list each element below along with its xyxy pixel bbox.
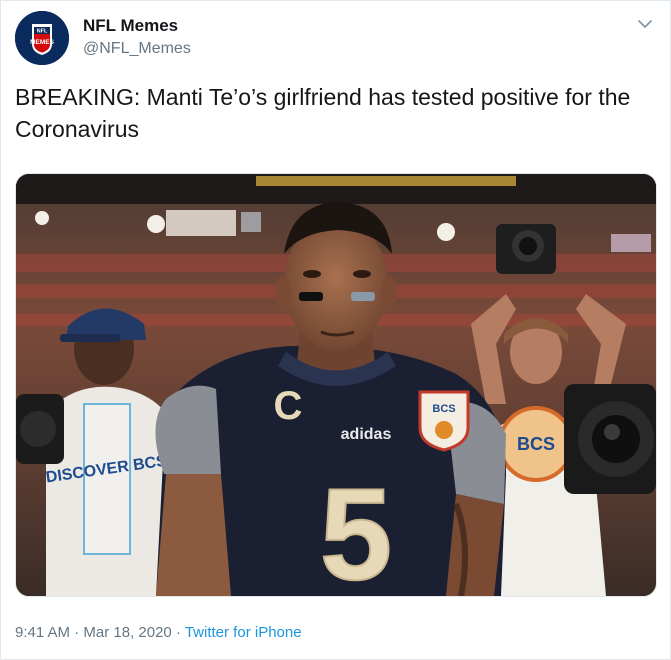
display-name[interactable]: NFL Memes xyxy=(83,16,178,36)
tweet-meta: 9:41 AM · Mar 18, 2020 · Twitter for iPh… xyxy=(15,624,302,641)
user-handle[interactable]: @NFL_Memes xyxy=(83,40,191,58)
tweet-time[interactable]: 9:41 AM xyxy=(15,624,70,641)
avatar[interactable]: NFL MEMES xyxy=(15,11,69,65)
meta-separator: · xyxy=(171,624,185,641)
tweet-card: NFL MEMES NFL Memes @NFL_Memes BREAKING:… xyxy=(0,0,671,660)
chevron-down-icon[interactable] xyxy=(636,15,654,33)
tweet-photo[interactable]: DISCOVER BCS BCS C adidas 5 BCS xyxy=(15,173,657,597)
svg-text:BCS: BCS xyxy=(517,434,555,454)
svg-text:MEMES: MEMES xyxy=(30,39,55,46)
svg-text:NFL: NFL xyxy=(37,29,48,35)
svg-text:adidas: adidas xyxy=(341,426,392,443)
tweet-source-link[interactable]: Twitter for iPhone xyxy=(185,624,302,641)
svg-text:5: 5 xyxy=(320,461,392,596)
tweet-date[interactable]: Mar 18, 2020 xyxy=(83,624,171,641)
svg-text:C: C xyxy=(274,384,303,428)
tweet-text: BREAKING: Manti Te’o’s girlfriend has te… xyxy=(15,84,631,142)
football-player-photo: DISCOVER BCS BCS C adidas 5 BCS xyxy=(16,174,656,596)
meta-separator: · xyxy=(70,624,84,641)
nfl-memes-logo-icon: NFL MEMES xyxy=(15,11,69,65)
svg-text:BCS: BCS xyxy=(432,403,455,415)
